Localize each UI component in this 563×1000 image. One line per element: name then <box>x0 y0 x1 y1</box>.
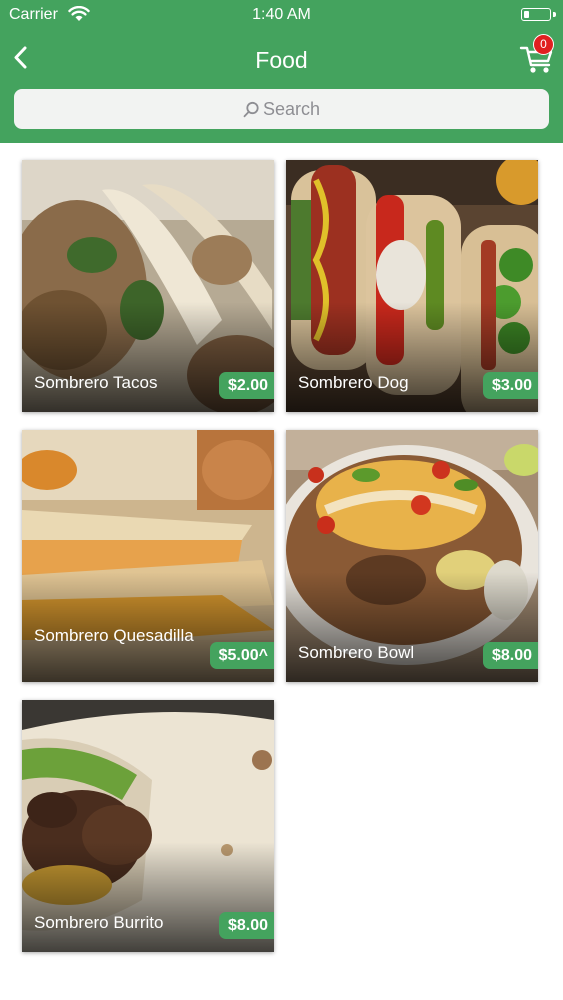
item-name: Sombrero Bowl <box>298 643 415 662</box>
item-price: $8.00 <box>218 912 274 939</box>
battery-tip <box>553 12 556 17</box>
food-card-burrito[interactable]: Sombrero Burrito $8.00 <box>22 700 274 952</box>
search-placeholder: Search <box>262 98 321 119</box>
item-price: $5.00^ <box>209 642 274 669</box>
food-card-tacos[interactable]: Sombrero Tacos $2.00 <box>22 160 274 412</box>
clock: 1:40 AM <box>252 6 311 23</box>
item-name: Sombrero Burrito <box>34 913 164 932</box>
food-card-dog[interactable]: Sombrero Dog $3.00 <box>286 160 538 412</box>
item-price: $2.00 <box>218 372 274 399</box>
item-name: Sombrero Tacos <box>34 373 158 392</box>
status-bar: Carrier 1:40 AM <box>0 0 563 30</box>
search-icon <box>243 101 259 117</box>
food-card-quesadilla[interactable]: Sombrero Quesadilla $5.00^ <box>22 430 274 682</box>
item-name: Sombrero Dog <box>298 373 409 392</box>
search-input[interactable]: Search <box>14 89 549 129</box>
food-card-bowl[interactable]: Sombrero Bowl $8.00 <box>286 430 538 682</box>
page-title: Food <box>255 47 308 73</box>
cart-count-badge: 0 <box>533 34 554 55</box>
item-price: $3.00 <box>482 372 538 399</box>
battery-icon <box>521 8 551 21</box>
item-name: Sombrero Quesadilla <box>34 626 194 645</box>
app-header: Carrier 1:40 AM Food 0 Search <box>0 0 563 143</box>
item-price: $8.00 <box>482 642 538 669</box>
